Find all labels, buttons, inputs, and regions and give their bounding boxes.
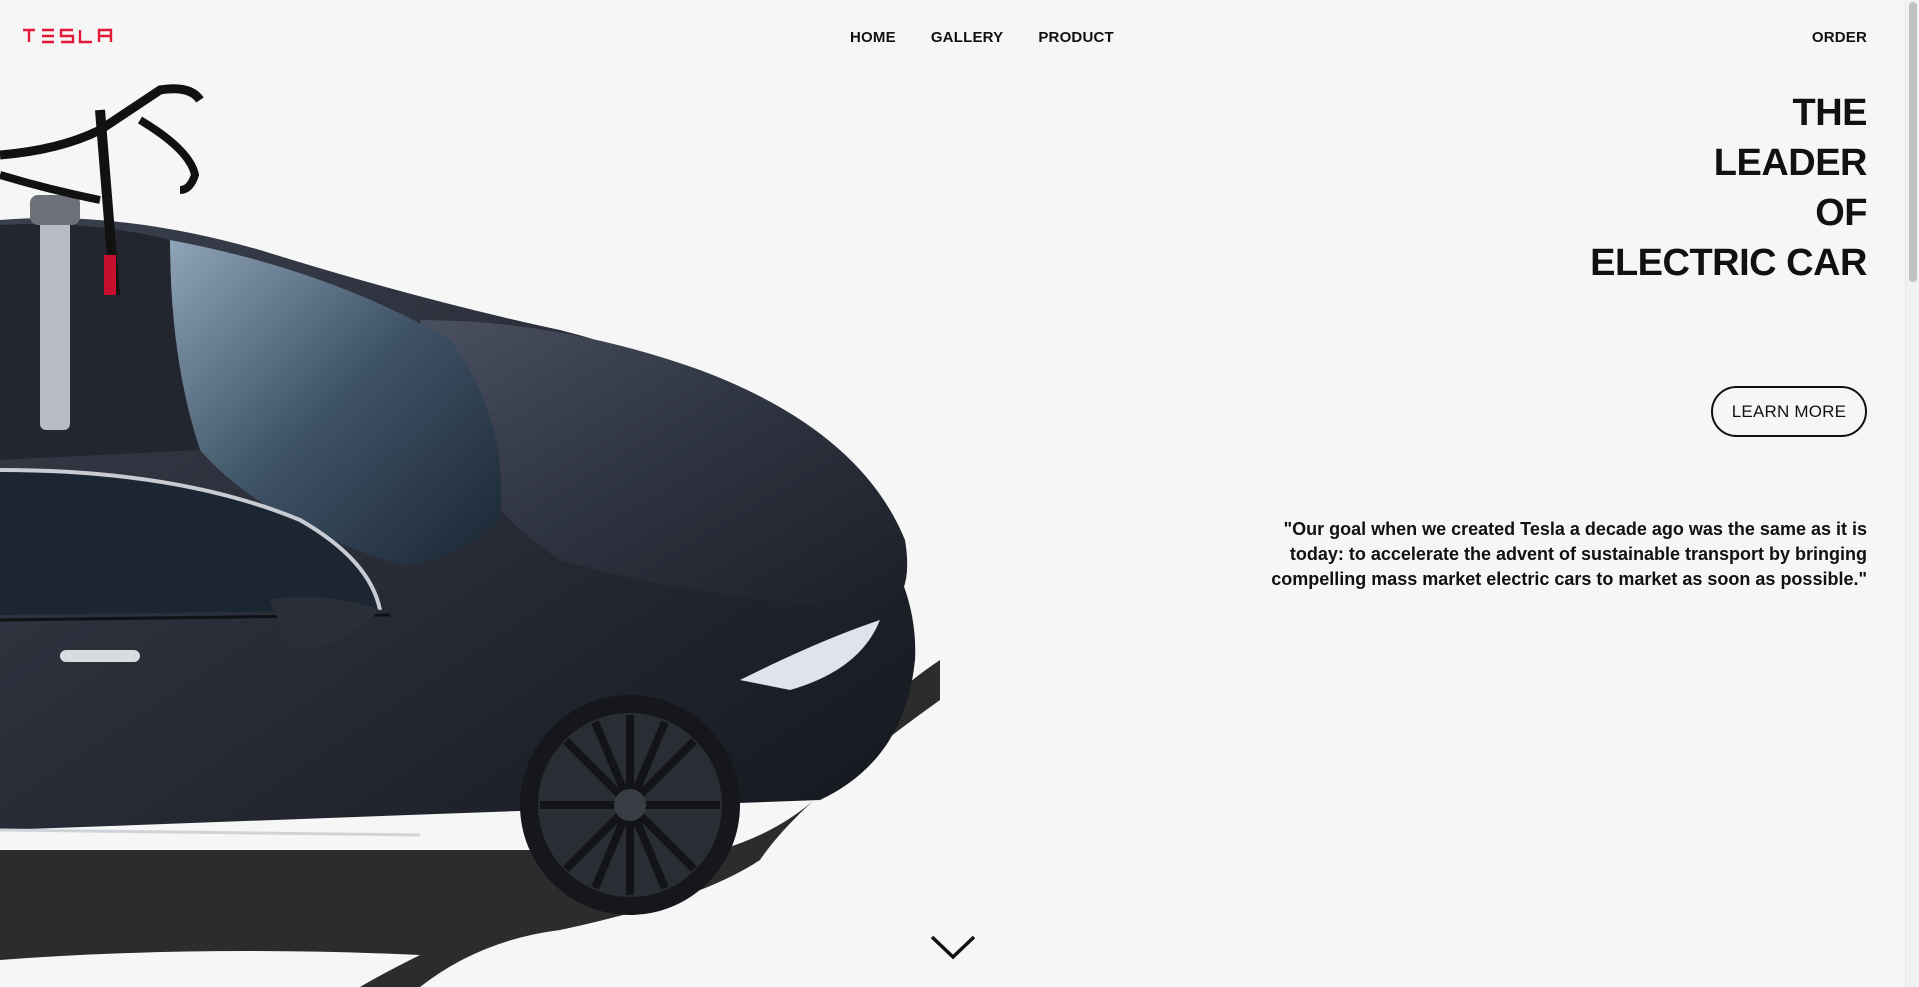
nav-order-link[interactable]: ORDER — [1812, 29, 1867, 46]
page-scrollbar[interactable] — [1905, 0, 1919, 987]
headline-line: ELECTRIC CAR — [1590, 242, 1867, 284]
chevron-down-icon[interactable] — [929, 932, 977, 962]
headline-line: OF — [1815, 192, 1867, 234]
learn-more-button[interactable]: LEARN MORE — [1711, 386, 1867, 437]
nav-product-link[interactable]: PRODUCT — [1038, 29, 1114, 46]
main-nav: HOME GALLERY PRODUCT — [850, 29, 1114, 46]
hero-car-image — [0, 84, 940, 987]
scrollbar-thumb[interactable] — [1909, 2, 1917, 282]
hero-headline: THE LEADER OF ELECTRIC CAR — [1590, 88, 1867, 288]
hero-quote: "Our goal when we created Tesla a decade… — [1271, 519, 1867, 589]
page: HOME GALLERY PRODUCT ORDER THE LEADER OF… — [0, 0, 1919, 987]
nav-home-link[interactable]: HOME — [850, 29, 896, 46]
headline-line: THE — [1792, 92, 1868, 134]
headline-line: LEADER — [1713, 142, 1868, 184]
tesla-logo[interactable] — [22, 28, 118, 44]
nav-gallery-link[interactable]: GALLERY — [931, 29, 1004, 46]
